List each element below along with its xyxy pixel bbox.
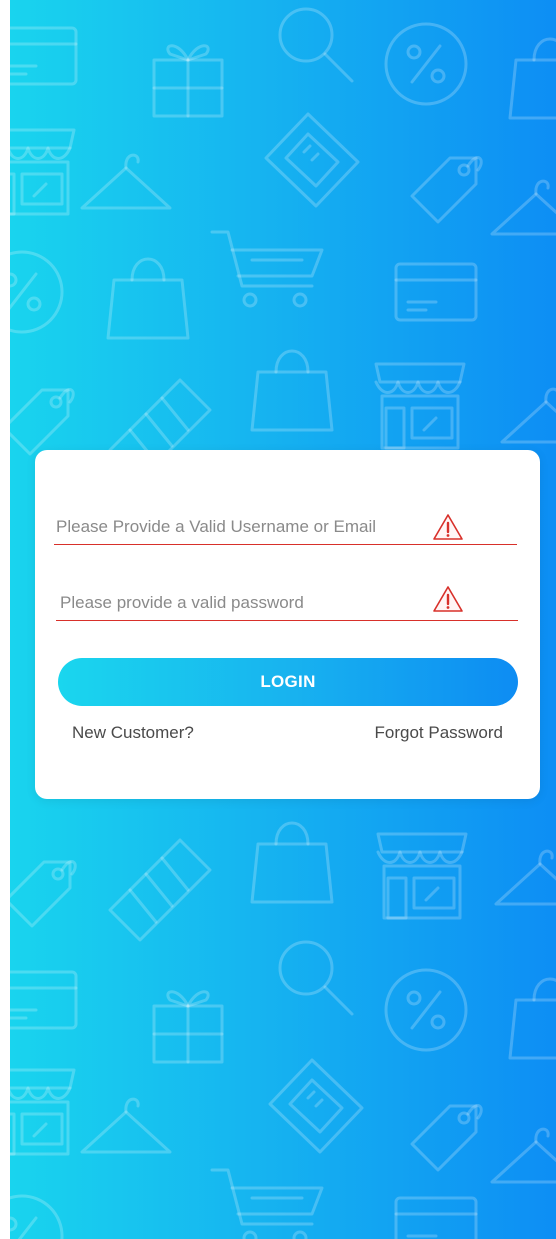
login-button[interactable]: LOGIN [58, 658, 518, 706]
password-field-container [56, 586, 518, 621]
warning-triangle-icon [433, 586, 463, 612]
username-field-container [54, 510, 517, 545]
screen-left-edge [0, 0, 10, 1239]
username-input[interactable] [56, 510, 416, 544]
new-customer-link[interactable]: New Customer? [72, 723, 194, 743]
forgot-password-link[interactable]: Forgot Password [375, 723, 504, 743]
warning-triangle-icon [433, 514, 463, 540]
login-card: LOGIN New Customer? Forgot Password [35, 450, 540, 799]
password-input[interactable] [60, 586, 420, 620]
